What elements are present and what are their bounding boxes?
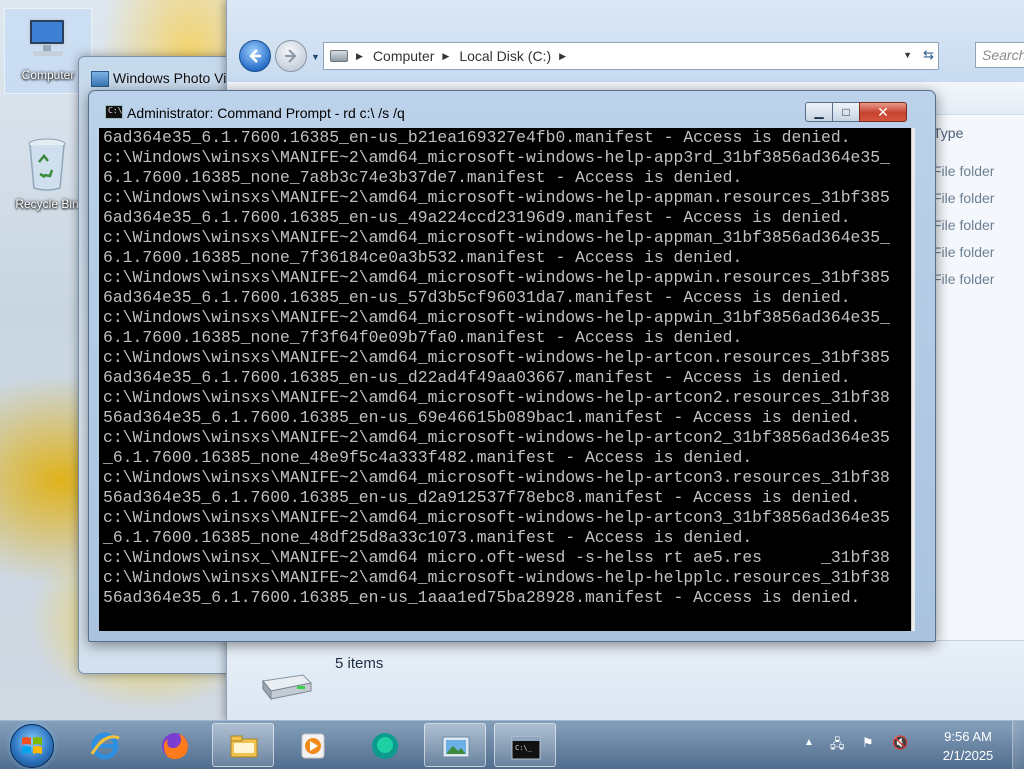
console-line: _6.1.7600.16385_none_48df25d8a33c1073.ma… [103,528,753,547]
console-line: c:\Windows\winsxs\MANIFE~2\amd64_microso… [103,568,890,587]
console-line: c:\Windows\winsxs\MANIFE~2\amd64_microso… [103,308,890,327]
taskbar-command-prompt[interactable]: C:\_ [494,723,556,767]
maximize-button[interactable]: □ [832,102,860,122]
taskbar-internet-explorer[interactable] [74,723,136,767]
explorer-toolbar: ▼ ▶ Computer ▶ Local Disk (C:) ▶ ▼ ⇆ Sea… [227,0,1024,83]
cmd-title: Administrator: Command Prompt - rd c:\ /… [127,105,405,121]
clock-date: 2/1/2025 [942,748,994,763]
minimize-icon: ▁ [814,105,824,119]
windows-logo-icon [22,737,42,754]
console-line: 6ad364e35_6.1.7600.16385_en-us_57d3b5cf9… [103,288,851,307]
network-icon[interactable]: 🖧 [830,735,845,757]
internet-explorer-icon [90,732,120,760]
media-player-icon [301,733,325,759]
scroll-up-icon[interactable]: ▲ [912,128,915,146]
breadcrumb-computer[interactable]: Computer [373,48,434,64]
photo-viewer-app-icon [91,71,109,87]
console-line: 6ad364e35_6.1.7600.16385_en-us_b21ea1693… [103,128,851,147]
clock[interactable]: 9:56 AM 2/1/2025 [928,727,1008,765]
drive-icon [257,669,313,708]
console-lines: 6ad364e35_6.1.7600.16385_en-us_b21ea1693… [103,128,890,608]
breadcrumb-local-disk[interactable]: Local Disk (C:) [459,48,551,64]
taskbar: C:\_ ▲ 🖧 ⚑ 🔇 9:56 AM 2/1/2025 [0,720,1024,769]
taskbar-photo-viewer[interactable] [424,723,486,767]
console-line: c:\Windows\winsxs\MANIFE~2\amd64_microso… [103,508,890,527]
arrow-left-icon [249,49,261,63]
console-line: _6.1.7600.16385_none_48e9f5c4a333f482.ma… [103,448,753,467]
list-item-type: File folder [933,244,995,260]
console-line: c:\Windows\winsxs\MANIFE~2\amd64_microso… [103,468,890,487]
item-count: 5 items [335,655,384,672]
details-pane: 5 items [227,640,1024,721]
chevron-right-icon[interactable]: ▶ [356,51,363,62]
list-item-type: File folder [933,217,995,233]
start-button[interactable] [10,724,54,768]
photo-viewer-icon [442,736,470,758]
console-line: c:\Windows\winsxs\MANIFE~2\amd64_microso… [103,428,890,447]
console-line: 56ad364e35_6.1.7600.16385_en-us_1aaa1ed7… [103,588,861,607]
firefox-icon [162,733,188,760]
show-desktop-button[interactable] [1012,721,1024,769]
green-app-icon [372,733,398,759]
console-line: c:\Windows\winsxs\MANIFE~2\amd64_microso… [103,148,890,167]
console-line: 6ad364e35_6.1.7600.16385_en-us_49a224ccd… [103,208,851,227]
console-line: c:\Windows\winsxs\MANIFE~2\amd64_microso… [103,268,890,287]
drive-small-icon [330,50,348,62]
show-hidden-icons-icon[interactable]: ▲ [804,737,814,748]
volume-muted-icon[interactable]: 🔇 [892,735,908,751]
console-line: c:\Windows\winsxs\MANIFE~2\amd64_microso… [103,388,890,407]
chevron-right-icon[interactable]: ▶ [559,51,566,62]
list-item-type: File folder [933,163,995,179]
action-center-flag-icon[interactable]: ⚑ [862,735,874,751]
console-line: c:\Windows\winsx_\MANIFE~2\amd64 micro.o… [103,548,890,567]
console-line: 6.1.7600.16385_none_7a8b3c74e3b37de7.man… [103,168,743,187]
command-prompt-icon: C:\_ [511,736,541,760]
scroll-down-icon[interactable]: ▼ [912,613,915,631]
console-line: 6.1.7600.16385_none_7f36184ce0a3b532.man… [103,248,743,267]
console-line: 6ad364e35_6.1.7600.16385_en-us_d22ad4f49… [103,368,851,387]
console-line: c:\Windows\winsxs\MANIFE~2\amd64_microso… [103,228,890,247]
taskbar-firefox[interactable] [144,723,206,767]
close-icon: ✕ [877,104,889,120]
console-line: 56ad364e35_6.1.7600.16385_en-us_d2a91253… [103,488,861,507]
svg-text:C:\_: C:\_ [515,744,533,752]
address-bar[interactable]: ▶ Computer ▶ Local Disk (C:) ▶ ▼ ⇆ [323,42,939,70]
command-prompt-window[interactable]: C:\ Administrator: Command Prompt - rd c… [88,90,936,642]
chevron-right-icon[interactable]: ▶ [442,51,449,62]
file-explorer-icon [230,735,258,758]
list-item-type: File folder [933,271,995,287]
arrow-right-icon [285,49,297,63]
recent-pages-dropdown[interactable]: ▼ [311,52,320,62]
search-input[interactable]: Search [975,42,1024,68]
back-button[interactable] [239,40,271,72]
system-tray: ▲ 🖧 ⚑ 🔇 [800,735,920,755]
address-dropdown-icon[interactable]: ▼ [903,50,912,60]
console-line: c:\Windows\winsxs\MANIFE~2\amd64_microso… [103,188,890,207]
taskbar-file-explorer[interactable] [212,723,274,767]
list-item-type: File folder [933,190,995,206]
clock-time: 9:56 AM [944,729,992,744]
console-line: 56ad364e35_6.1.7600.16385_en-us_69e46615… [103,408,861,427]
refresh-icon[interactable]: ⇆ [923,47,934,63]
console-line: 6.1.7600.16385_none_7f3f64f0e09b7fa0.man… [103,328,743,347]
console-line: c:\Windows\winsxs\MANIFE~2\amd64_microso… [103,348,890,367]
cmd-title-bar[interactable]: C:\ Administrator: Command Prompt - rd c… [89,91,935,125]
vertical-scrollbar[interactable]: ▲ ▼ [911,128,915,631]
minimize-button[interactable]: ▁ [805,102,833,122]
command-prompt-icon: C:\ [105,105,123,119]
taskbar-green-app[interactable] [354,723,416,767]
forward-button[interactable] [275,40,307,72]
column-header-type[interactable]: Type [933,125,963,141]
maximize-icon: □ [842,105,850,119]
console-output[interactable]: 6ad364e35_6.1.7600.16385_en-us_b21ea1693… [99,128,915,631]
close-button[interactable]: ✕ [859,102,907,122]
taskbar-media-player[interactable] [282,723,344,767]
